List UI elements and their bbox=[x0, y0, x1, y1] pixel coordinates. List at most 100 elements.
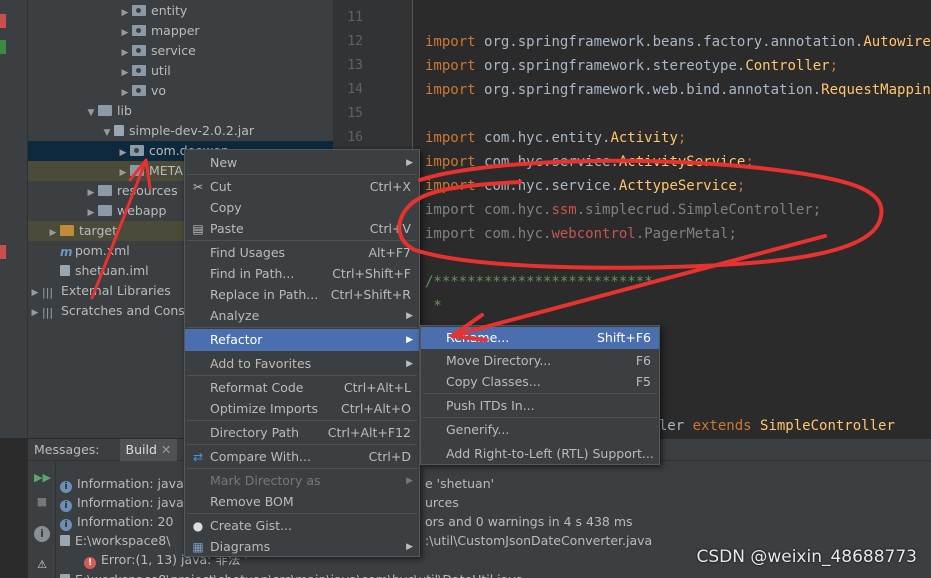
semicolon: ; bbox=[736, 178, 746, 194]
collapse-arrow-icon[interactable]: ▼ bbox=[84, 103, 98, 123]
tree-item[interactable]: ▼ simple-dev-2.0.2.jar bbox=[28, 121, 333, 141]
strip-marker bbox=[0, 40, 6, 54]
line-number: 14 bbox=[347, 82, 363, 97]
tree-item[interactable]: ▼ lib bbox=[28, 101, 333, 121]
submenu-item-rename[interactable]: Rename... Shift+F6 bbox=[421, 327, 659, 349]
message-row[interactable]: E:\workspace8\ bbox=[60, 531, 170, 550]
stop-icon[interactable]: ■ bbox=[34, 494, 50, 510]
expand-arrow-icon[interactable]: ▶ bbox=[84, 203, 98, 223]
tab-build[interactable]: Build ✕ bbox=[119, 439, 178, 461]
expand-arrow-icon[interactable]: ▶ bbox=[118, 3, 132, 23]
expand-arrow-icon[interactable]: ▶ bbox=[116, 143, 130, 163]
semicolon: ; bbox=[829, 58, 839, 74]
info-icon: i bbox=[60, 519, 72, 531]
menu-item-diagrams[interactable]: ▦ Diagrams ▶ bbox=[185, 536, 419, 558]
jar-icon bbox=[114, 125, 124, 136]
file-icon bbox=[60, 535, 70, 546]
error-icon: ! bbox=[84, 557, 96, 569]
menu-item-add-to-favorites[interactable]: Add to Favorites ▶ bbox=[185, 353, 419, 375]
info-icon: i bbox=[60, 481, 72, 493]
expand-arrow-icon[interactable]: ▶ bbox=[118, 23, 132, 43]
package-path: org.springframework.web.bind.annotation. bbox=[484, 82, 822, 98]
menu-shortcut: F6 bbox=[635, 353, 651, 368]
info-filter-icon[interactable]: i bbox=[34, 526, 50, 542]
menu-separator bbox=[187, 468, 417, 469]
message-text: E:\workspace8\ bbox=[75, 533, 171, 548]
context-menu: New ▶ ✂ Cut Ctrl+X Copy ▤ Paste Ctrl+V Find Usage… bbox=[184, 149, 420, 557]
message-row[interactable]: E:\workspace8\project\shetuan\src\main\j… bbox=[60, 570, 523, 578]
message-row[interactable]: i Information: java bbox=[60, 474, 184, 493]
expand-arrow-icon[interactable]: ▶ bbox=[28, 283, 42, 303]
menu-shortcut: Ctrl+Shift+F bbox=[332, 266, 411, 281]
package-icon bbox=[132, 5, 146, 16]
folder-icon bbox=[130, 165, 144, 176]
message-row[interactable]: i Information: java bbox=[60, 493, 184, 512]
menu-item-directory-path[interactable]: Directory Path Ctrl+Alt+F12 bbox=[185, 422, 419, 444]
tree-item-label: vo bbox=[151, 83, 167, 98]
tree-item-label: pom.xml bbox=[75, 243, 130, 258]
expand-arrow-icon[interactable]: ▶ bbox=[118, 83, 132, 103]
expand-arrow-icon[interactable]: ▶ bbox=[116, 163, 130, 183]
menu-item-label: Add to Favorites bbox=[210, 356, 312, 371]
class-name: PagerMetal bbox=[644, 226, 729, 242]
menu-item-refactor[interactable]: Refactor ▶ bbox=[185, 329, 419, 351]
tree-item[interactable]: ▶ service bbox=[28, 41, 333, 61]
menu-item-analyze[interactable]: Analyze ▶ bbox=[185, 305, 419, 327]
tree-item[interactable]: ▶ util bbox=[28, 61, 333, 81]
submenu-item-copy-classes[interactable]: Copy Classes... F5 bbox=[421, 371, 659, 393]
expand-arrow-icon[interactable]: ▶ bbox=[46, 223, 60, 243]
menu-item-copy[interactable]: Copy bbox=[185, 197, 419, 219]
expand-arrow-icon[interactable]: ▶ bbox=[28, 303, 42, 323]
message-text-tail: ors and 0 warnings in 4 s 438 ms bbox=[425, 514, 633, 529]
menu-item-label: Rename... bbox=[446, 330, 510, 345]
menu-item-label: Cut bbox=[210, 179, 232, 194]
package-path: . bbox=[635, 226, 645, 242]
menu-item-compare-with[interactable]: ⇄ Compare With... Ctrl+D bbox=[185, 446, 419, 468]
submenu-item-generify[interactable]: Generify... bbox=[421, 419, 659, 441]
menu-item-replace-in-path[interactable]: Replace in Path... Ctrl+Shift+R bbox=[185, 284, 419, 306]
menu-item-find-usages[interactable]: Find Usages Alt+F7 bbox=[185, 242, 419, 264]
submenu-item-add-right-to-left-rtl-support[interactable]: Add Right-to-Left (RTL) Support... bbox=[421, 443, 659, 465]
menu-separator bbox=[187, 444, 417, 445]
tree-item-label: lib bbox=[117, 103, 132, 118]
menu-item-find-in-path[interactable]: Find in Path... Ctrl+Shift+F bbox=[185, 263, 419, 285]
package-path: com.hyc.entity. bbox=[484, 130, 611, 146]
menu-separator bbox=[187, 513, 417, 514]
menu-item-optimize-imports[interactable]: Optimize Imports Ctrl+Alt+O bbox=[185, 398, 419, 420]
submenu-item-move-directory[interactable]: Move Directory... F6 bbox=[421, 350, 659, 372]
menu-item-remove-bom[interactable]: Remove BOM bbox=[185, 491, 419, 513]
message-text: Information: java bbox=[77, 476, 184, 491]
menu-item-create-gist[interactable]: ● Create Gist... bbox=[185, 515, 419, 537]
submenu-item-push-itds-in[interactable]: Push ITDs In... bbox=[421, 395, 659, 417]
tree-item-label: service bbox=[151, 43, 196, 58]
menu-shortcut: Ctrl+D bbox=[368, 449, 411, 464]
expand-arrow-icon[interactable]: ▶ bbox=[118, 63, 132, 83]
library-icon: ||| bbox=[42, 286, 54, 299]
info-icon: i bbox=[60, 500, 72, 512]
menu-item-label: Move Directory... bbox=[446, 353, 552, 368]
expand-arrow-icon[interactable]: ▶ bbox=[118, 43, 132, 63]
menu-item-cut[interactable]: ✂ Cut Ctrl+X bbox=[185, 176, 419, 198]
menu-item-new[interactable]: New ▶ bbox=[185, 152, 419, 174]
warning-filter-icon[interactable]: ⚠ bbox=[34, 557, 50, 573]
menu-item-label: Directory Path bbox=[210, 425, 300, 440]
close-icon[interactable]: ✕ bbox=[161, 442, 171, 457]
line-number: 16 bbox=[347, 130, 363, 145]
expand-arrow-icon[interactable]: ▶ bbox=[84, 183, 98, 203]
import-keyword: import bbox=[425, 58, 485, 74]
tree-item[interactable]: ▶ entity bbox=[28, 1, 333, 21]
tree-item-label: webapp bbox=[117, 203, 167, 218]
menu-item-mark-directory-as[interactable]: Mark Directory as ▶ bbox=[185, 470, 419, 492]
collapse-arrow-icon[interactable]: ▼ bbox=[100, 123, 114, 143]
rerun-icon[interactable]: ▶▶ bbox=[34, 470, 51, 486]
compare-icon: ⇄ bbox=[192, 450, 204, 464]
message-row[interactable]: i Information: 20 bbox=[60, 512, 173, 531]
menu-item-paste[interactable]: ▤ Paste Ctrl+V bbox=[185, 218, 419, 240]
class-name: ActivityService bbox=[618, 154, 746, 170]
tree-item[interactable]: ▶ mapper bbox=[28, 21, 333, 41]
file-icon bbox=[60, 265, 70, 276]
menu-item-reformat-code[interactable]: Reformat Code Ctrl+Alt+L bbox=[185, 377, 419, 399]
class-name: RequestMapping; bbox=[821, 82, 931, 98]
tree-item[interactable]: ▶ vo bbox=[28, 81, 333, 101]
unresolved-package: ssm bbox=[551, 202, 577, 218]
